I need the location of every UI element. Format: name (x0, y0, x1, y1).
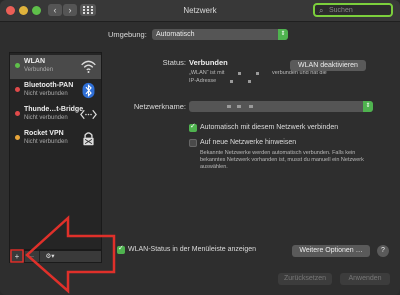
ask-new-description-line1: Bekannte Netzwerke werden automatisch ve… (200, 150, 356, 156)
search-icon: ⌕ (319, 6, 324, 15)
service-name: Rocket VPN (24, 130, 64, 137)
service-list: WLAN Verbunden Bluetooth-PAN Nicht verbu… (9, 52, 102, 250)
auto-join-label: Automatisch mit diesem Netzwerk verbinde… (200, 124, 339, 131)
service-status: Nicht verbunden (24, 139, 68, 145)
thunderbolt-bridge-icon (80, 109, 97, 120)
apply-button[interactable]: Anwenden (340, 273, 390, 285)
help-button[interactable]: ? (377, 245, 389, 257)
ask-new-description-line2: bekanntes Netzwerk vorhanden ist, musst … (200, 157, 364, 163)
network-name-select[interactable]: ⇕ (189, 101, 373, 112)
gear-menu-button[interactable]: ⚙▾ (40, 251, 60, 262)
location-value: Automatisch (156, 31, 195, 38)
network-name-label: Netzwerkname: (133, 102, 186, 111)
redacted-network-name (237, 105, 241, 108)
service-item-thunderbolt-bridge[interactable]: Thunde…t-Bridge Nicht verbunden (10, 103, 101, 127)
service-list-toolbar: + − ⚙▾ (9, 250, 102, 263)
redacted-network-name (227, 105, 231, 108)
redacted-ip-address (230, 80, 233, 83)
show-wlan-status-label: WLAN-Status in der Menüleiste anzeigen (128, 246, 257, 253)
ask-new-networks-checkbox[interactable] (189, 139, 197, 147)
status-description-line2: verbunden und hat die (272, 70, 327, 76)
service-status: Nicht verbunden (24, 91, 68, 97)
service-item-wlan[interactable]: WLAN Verbunden (10, 55, 101, 79)
lock-icon (83, 132, 94, 146)
ask-new-networks-label: Auf neue Netzwerke hinweisen (200, 139, 297, 146)
service-status: Verbunden (24, 67, 54, 73)
status-description-line1: „WLAN“ ist mit (189, 70, 225, 76)
service-name: WLAN (24, 58, 45, 65)
wlan-deactivate-button[interactable]: WLAN deaktivieren (290, 60, 366, 71)
redacted-ip-address (248, 80, 251, 83)
chevron-updown-icon: ⇕ (363, 101, 373, 112)
remove-service-button[interactable]: − (25, 251, 40, 262)
service-item-rocket-vpn[interactable]: Rocket VPN Nicht verbunden (10, 127, 101, 151)
service-name: Bluetooth-PAN (24, 82, 74, 89)
status-description-line3: IP-Adresse (189, 78, 217, 84)
add-service-button[interactable]: + (10, 251, 25, 262)
redacted-network-name (238, 72, 241, 75)
auto-join-checkbox[interactable] (189, 122, 197, 132)
search-field[interactable]: ⌕ (313, 3, 393, 17)
redacted-network-name (249, 105, 253, 108)
status-dot (15, 135, 20, 140)
redacted-network-name (256, 72, 259, 75)
bluetooth-icon (82, 82, 95, 99)
location-select[interactable]: Automatisch ⇕ (152, 29, 288, 40)
status-label: Status: (162, 58, 186, 67)
status-dot (15, 63, 20, 68)
service-item-bluetooth-pan[interactable]: Bluetooth-PAN Nicht verbunden (10, 79, 101, 103)
chevron-updown-icon: ⇕ (278, 29, 288, 40)
wifi-icon (81, 60, 96, 74)
service-name: Thunde…t-Bridge (24, 106, 84, 113)
status-dot (15, 87, 20, 92)
status-value: Verbunden (189, 58, 228, 67)
show-wlan-status-checkbox[interactable] (117, 244, 125, 254)
location-label: Umgebung: (108, 30, 147, 39)
network-preferences-window: ‹ › Netzwerk ⌕ Umgebung: Automatisch ⇕ W… (0, 0, 400, 295)
titlebar: ‹ › Netzwerk ⌕ (0, 0, 400, 22)
advanced-options-button[interactable]: Weitere Optionen … (292, 245, 370, 257)
service-status: Nicht verbunden (24, 115, 68, 121)
ask-new-description-line3: auswählen. (200, 164, 228, 170)
search-input[interactable] (329, 5, 389, 15)
status-dot (15, 111, 20, 116)
revert-button[interactable]: Zurücksetzen (278, 273, 332, 285)
